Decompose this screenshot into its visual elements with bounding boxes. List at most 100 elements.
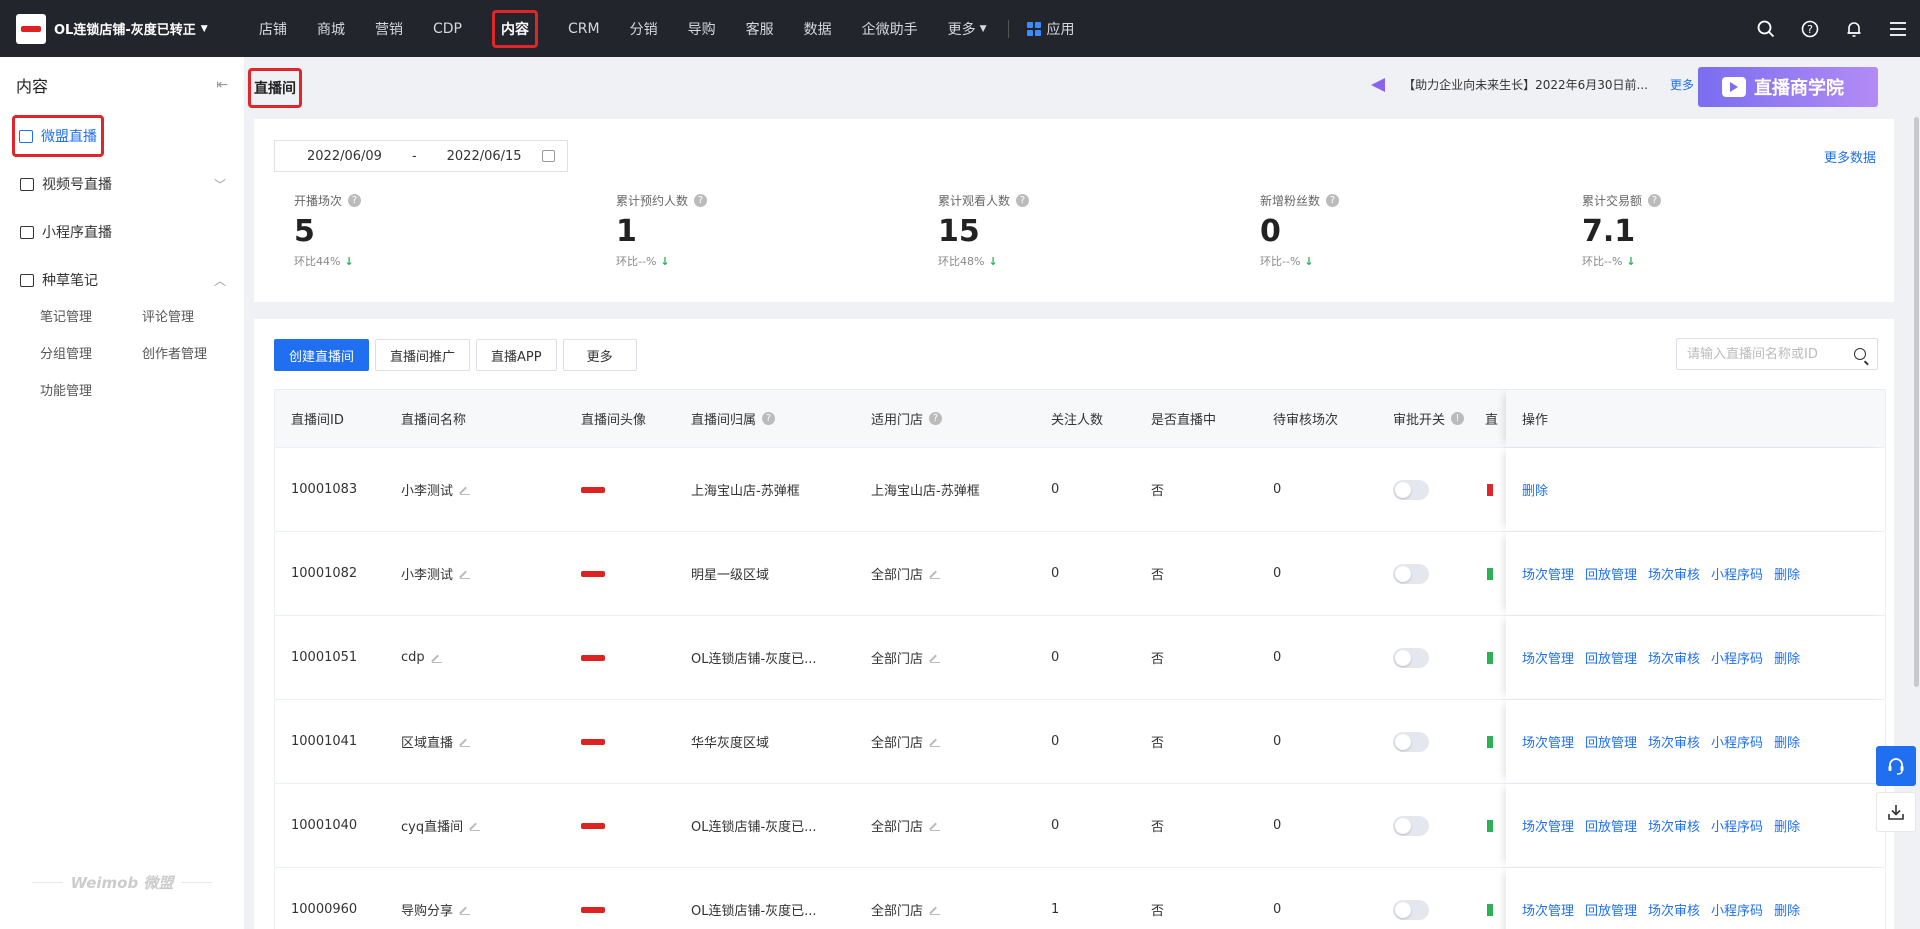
stat-new-fans: 新增粉丝数? 0 环比--% ↓ <box>1260 192 1582 269</box>
playback-manage-link[interactable]: 回放管理 <box>1585 564 1637 583</box>
notice-more-link[interactable]: 更多 <box>1670 76 1694 93</box>
sidebar-subitem-creators[interactable]: 创作者管理 <box>142 343 244 362</box>
help-icon[interactable]: ? <box>762 412 776 425</box>
delete-link[interactable]: 删除 <box>1522 480 1548 499</box>
collapse-sidebar-icon[interactable]: ⇤ <box>216 77 228 93</box>
notice-bar[interactable]: 【助力企业向未来生长】2022年6月30日前... 更多 <box>1367 74 1694 94</box>
playback-manage-link[interactable]: 回放管理 <box>1585 900 1637 919</box>
sidebar-item-miniprogram-live[interactable]: 小程序直播 <box>0 208 244 256</box>
row-actions: 场次管理 回放管理 场次审核 小程序码 删除 <box>1506 784 1885 867</box>
menu-icon[interactable] <box>1876 0 1920 57</box>
nav-service[interactable]: 客服 <box>731 0 789 57</box>
nav-wecom-assistant[interactable]: 企微助手 <box>847 0 933 57</box>
approval-toggle[interactable] <box>1393 731 1429 752</box>
miniprogram-code-link[interactable]: 小程序码 <box>1711 816 1763 835</box>
sidebar-subitem-groups[interactable]: 分组管理 <box>40 343 142 362</box>
delete-link[interactable]: 删除 <box>1774 816 1800 835</box>
edit-icon[interactable] <box>930 737 941 747</box>
edit-icon[interactable] <box>460 485 471 495</box>
help-icon[interactable]: ? <box>929 412 943 425</box>
more-data-link[interactable]: 更多数据 <box>1824 147 1876 166</box>
session-manage-link[interactable]: 场次管理 <box>1522 900 1574 919</box>
help-icon[interactable]: ? <box>1648 194 1662 207</box>
shop-name: OL连锁店铺-灰度已转正 <box>54 23 196 38</box>
sidebar-subitem-comments[interactable]: 评论管理 <box>142 306 244 325</box>
help-icon[interactable]: ? <box>694 194 708 207</box>
session-manage-link[interactable]: 场次管理 <box>1522 816 1574 835</box>
session-review-link[interactable]: 场次审核 <box>1648 648 1700 667</box>
cell-name: 小李测试 <box>385 564 565 583</box>
help-icon[interactable]: ? <box>1326 194 1340 207</box>
nav-crm[interactable]: CRM <box>553 0 615 57</box>
search-icon[interactable] <box>1854 348 1866 360</box>
playback-manage-link[interactable]: 回放管理 <box>1585 732 1637 751</box>
edit-icon[interactable] <box>930 569 941 579</box>
nav-content[interactable]: 内容 <box>477 0 553 57</box>
session-manage-link[interactable]: 场次管理 <box>1522 564 1574 583</box>
col-header-owner-label: 直播间归属 <box>691 413 757 428</box>
info-icon[interactable]: ! <box>1451 412 1465 425</box>
delete-link[interactable]: 删除 <box>1774 732 1800 751</box>
session-review-link[interactable]: 场次审核 <box>1648 900 1700 919</box>
edit-icon[interactable] <box>460 569 471 579</box>
download-button[interactable] <box>1876 792 1916 832</box>
scrollbar-thumb[interactable] <box>1914 117 1919 687</box>
sidebar-subitem-features[interactable]: 功能管理 <box>40 380 142 399</box>
approval-toggle[interactable] <box>1393 479 1429 500</box>
approval-toggle[interactable] <box>1393 647 1429 668</box>
nav-cdp[interactable]: CDP <box>418 0 477 57</box>
nav-distribution[interactable]: 分销 <box>615 0 673 57</box>
chevron-up-icon: ︿ <box>213 273 226 288</box>
customer-service-button[interactable] <box>1876 746 1916 786</box>
sidebar-subitem-notes[interactable]: 笔记管理 <box>40 306 142 325</box>
nav-data[interactable]: 数据 <box>789 0 847 57</box>
nav-shop[interactable]: 店铺 <box>244 0 302 57</box>
session-manage-link[interactable]: 场次管理 <box>1522 648 1574 667</box>
sidebar-item-weimob-live[interactable]: 微盟直播 <box>0 112 244 160</box>
search-input[interactable] <box>1687 346 1847 362</box>
session-review-link[interactable]: 场次审核 <box>1648 564 1700 583</box>
nav-marketing[interactable]: 营销 <box>360 0 418 57</box>
edit-icon[interactable] <box>930 653 941 663</box>
delete-link[interactable]: 删除 <box>1774 900 1800 919</box>
approval-toggle[interactable] <box>1393 563 1429 584</box>
more-button[interactable]: 更多 <box>562 339 637 371</box>
session-review-link[interactable]: 场次审核 <box>1648 816 1700 835</box>
date-range-picker[interactable]: 2022/06/09 - 2022/06/15 <box>274 140 568 172</box>
miniprogram-code-link[interactable]: 小程序码 <box>1711 564 1763 583</box>
miniprogram-code-link[interactable]: 小程序码 <box>1711 648 1763 667</box>
edit-icon[interactable] <box>431 653 442 663</box>
nav-apps[interactable]: 应用 <box>1015 0 1090 57</box>
nav-more[interactable]: 更多 ▼ <box>933 0 1002 57</box>
edit-icon[interactable] <box>930 905 941 915</box>
help-icon[interactable]: ? <box>348 194 362 207</box>
edit-icon[interactable] <box>470 821 481 831</box>
miniprogram-code-link[interactable]: 小程序码 <box>1711 900 1763 919</box>
live-app-button[interactable]: 直播APP <box>476 339 557 371</box>
edit-icon[interactable] <box>460 905 471 915</box>
session-review-link[interactable]: 场次审核 <box>1648 732 1700 751</box>
approval-toggle[interactable] <box>1393 899 1429 920</box>
edit-icon[interactable] <box>930 821 941 831</box>
help-icon[interactable]: ? <box>1016 194 1030 207</box>
create-live-room-button[interactable]: 创建直播间 <box>274 339 370 371</box>
sidebar-item-channels-live[interactable]: 视频号直播 ﹀ <box>0 160 244 208</box>
nav-guide[interactable]: 导购 <box>673 0 731 57</box>
nav-mall[interactable]: 商城 <box>302 0 360 57</box>
edit-icon[interactable] <box>460 737 471 747</box>
playback-manage-link[interactable]: 回放管理 <box>1585 648 1637 667</box>
cell-pending: 0 <box>1273 650 1282 665</box>
promote-button[interactable]: 直播间推广 <box>375 339 471 371</box>
session-manage-link[interactable]: 场次管理 <box>1522 732 1574 751</box>
live-academy-banner[interactable]: 直播商学院 <box>1698 67 1878 107</box>
sidebar-item-notes[interactable]: 种草笔记 ︿ <box>0 256 244 304</box>
approval-toggle[interactable] <box>1393 815 1429 836</box>
delete-link[interactable]: 删除 <box>1774 564 1800 583</box>
shop-switcher[interactable]: OL连锁店铺-灰度已转正 ▼ <box>0 13 244 44</box>
bell-icon[interactable] <box>1832 0 1876 57</box>
miniprogram-code-link[interactable]: 小程序码 <box>1711 732 1763 751</box>
delete-link[interactable]: 删除 <box>1774 648 1800 667</box>
playback-manage-link[interactable]: 回放管理 <box>1585 816 1637 835</box>
search-icon[interactable] <box>1744 0 1788 57</box>
help-icon[interactable]: ? <box>1788 0 1832 57</box>
